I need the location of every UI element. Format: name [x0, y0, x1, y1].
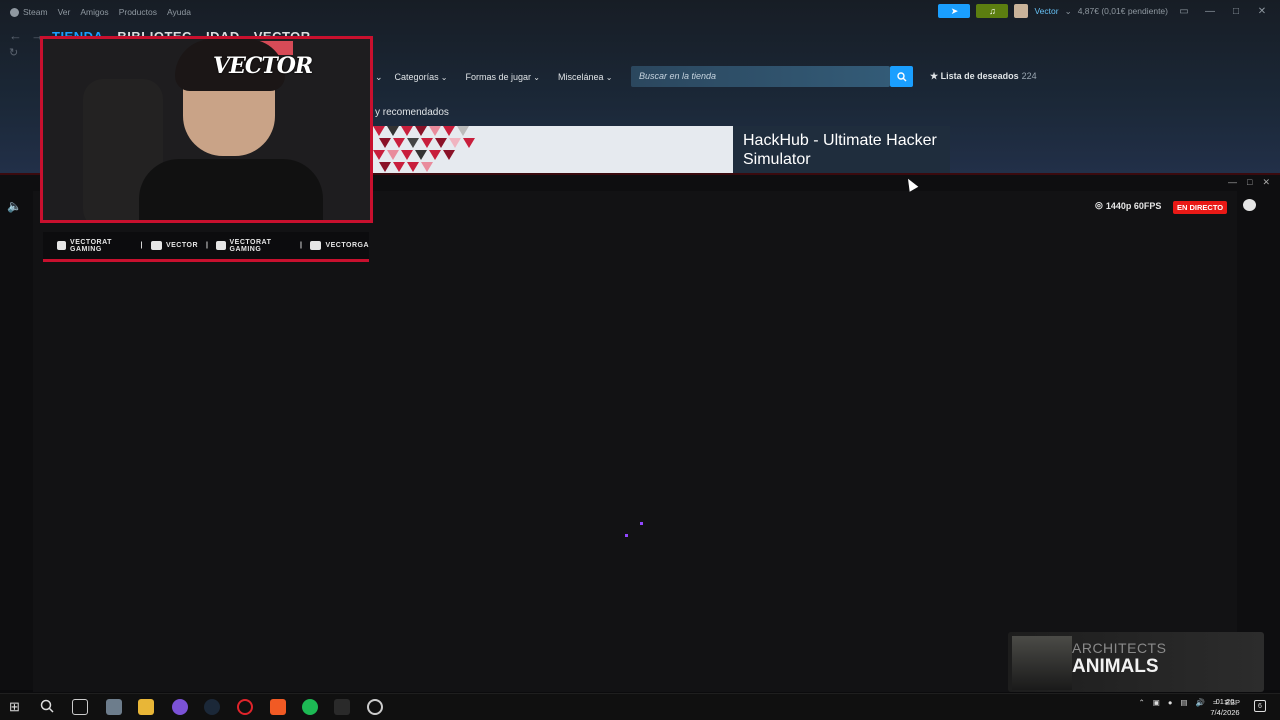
game-thumbnail	[1012, 636, 1072, 690]
announcements-button[interactable]: ➤	[938, 4, 971, 18]
steam-icon[interactable]	[204, 699, 220, 715]
close-icon[interactable]: ✕	[1262, 177, 1270, 188]
network-icon[interactable]: ▤	[1180, 698, 1187, 707]
back-arrow-icon[interactable]: ←	[9, 28, 22, 43]
chevron-down-icon: ⌄	[1064, 5, 1072, 16]
app-icon[interactable]	[334, 699, 350, 715]
steam-menu-item-view[interactable]: Ver	[58, 7, 71, 17]
video-player[interactable]	[33, 191, 1237, 692]
youtube-icon	[57, 241, 67, 250]
wishlist-count: 224	[1021, 71, 1037, 81]
volume-icon[interactable]: 🔊	[1196, 698, 1205, 707]
taskbar: ⊞ ⌃ ▣ ● ▤ 🔊 ≈ ESP 01:20 7/4/2026 6	[0, 693, 1280, 720]
store-nav: ⌄ Categorías Formas de jugar Miscelánea	[375, 66, 612, 88]
steam-menu-item-products[interactable]: Productos	[119, 7, 157, 17]
avatar[interactable]	[1014, 4, 1029, 18]
store-nav-play-modes[interactable]: Formas de jugar	[466, 72, 540, 82]
loading-indicator	[625, 534, 628, 537]
steam-menu-item-steam[interactable]: Steam	[10, 7, 48, 17]
search-button[interactable]	[890, 66, 913, 87]
chevron-down-icon[interactable]: ⌄	[375, 72, 383, 83]
app-icon[interactable]	[106, 699, 122, 715]
maximize-icon[interactable]: □	[1226, 6, 1246, 17]
steam-menu-item-friends[interactable]: Amigos	[80, 7, 108, 17]
brave-icon[interactable]	[270, 699, 286, 715]
twitch-icon	[150, 241, 162, 250]
steam-account-area: ➤ ♫ Vector ⌄ 4,87€ (0,01€ pendiente) ▭ —…	[938, 4, 1272, 18]
wishlist-link[interactable]: ★ Lista de deseados 224	[930, 66, 1037, 87]
featured-banner-image[interactable]	[373, 126, 733, 173]
maximize-icon[interactable]: □	[1247, 177, 1252, 188]
windows-start-icon[interactable]: ⊞	[9, 699, 25, 715]
social-youtube: VECTORAT GAMING	[57, 239, 133, 253]
instagram-icon	[310, 241, 322, 250]
loading-indicator	[640, 522, 643, 525]
star-icon: ★	[930, 71, 939, 81]
social-links-bar: VECTORAT GAMING | VECTOR | VECTORAT GAMI…	[43, 232, 369, 262]
divider: |	[299, 242, 303, 249]
big-picture-icon[interactable]: ▭	[1174, 6, 1194, 17]
account-name[interactable]: Vector	[1034, 6, 1058, 16]
eye-icon: ◎	[1095, 200, 1103, 210]
twitter-icon	[216, 241, 226, 250]
game-title: ANIMALS	[1072, 656, 1159, 677]
steam-menu-item-help[interactable]: Ayuda	[167, 7, 191, 17]
search-input[interactable]: Buscar en la tienda	[631, 66, 890, 87]
notifications-button[interactable]: ♫	[976, 4, 1009, 18]
notification-center-icon[interactable]: 6	[1254, 700, 1266, 712]
volume-icon[interactable]: 🔈	[7, 199, 22, 213]
twitch-app-icon[interactable]	[172, 699, 188, 715]
divider: |	[206, 242, 209, 249]
chat-icon[interactable]	[1243, 199, 1256, 211]
chevron-up-icon[interactable]: ⌃	[1139, 698, 1145, 707]
obs-icon[interactable]	[367, 699, 383, 715]
store-nav-categories[interactable]: Categorías	[395, 72, 448, 82]
store-nav-misc[interactable]: Miscelánea	[558, 72, 612, 82]
search-icon[interactable]	[40, 699, 56, 715]
social-twitch: VECTOR	[150, 241, 198, 250]
quality-indicator[interactable]: ◎ 1440p 60FPS	[1095, 200, 1161, 211]
refresh-icon[interactable]: ↻	[9, 46, 18, 59]
social-instagram: VECTORGA	[310, 241, 369, 250]
minimize-icon[interactable]: —	[1228, 177, 1237, 188]
live-badge: EN DIRECTO	[1173, 201, 1228, 214]
featured-game-card[interactable]: HackHub - Ultimate Hacker Simulator	[733, 126, 950, 173]
task-view-icon[interactable]	[72, 699, 88, 715]
close-icon[interactable]: ✕	[1252, 6, 1272, 17]
clock[interactable]: 01:20 7/4/2026	[1206, 696, 1244, 718]
webcam-overlay: VECTOR	[40, 36, 373, 223]
divider: |	[140, 242, 143, 249]
game-info-overlay: ARCHITECTS ANIMALS	[1008, 632, 1264, 692]
opera-icon[interactable]	[237, 699, 253, 715]
search-icon	[896, 71, 906, 81]
minimize-icon[interactable]: —	[1200, 6, 1220, 17]
tray-app-icon[interactable]: ▣	[1153, 698, 1160, 707]
streamer-logo: VECTOR	[213, 53, 313, 79]
section-heading: y recomendados	[375, 107, 449, 118]
social-twitter: VECTORAT GAMING	[216, 239, 292, 253]
wallet-balance: 4,87€ (0,01€ pendiente)	[1077, 6, 1168, 16]
cam-body	[139, 159, 323, 220]
featured-game-title: HackHub - Ultimate Hacker Simulator	[743, 132, 937, 168]
spotify-icon[interactable]	[302, 699, 318, 715]
triangle-pattern	[373, 126, 475, 172]
steam-logo-icon	[10, 7, 19, 17]
microphone-icon[interactable]: ●	[1168, 698, 1173, 707]
file-explorer-icon[interactable]	[138, 699, 154, 715]
stream-window-controls: — □ ✕	[1228, 177, 1270, 188]
game-title-top: ARCHITECTS	[1072, 640, 1167, 656]
desktop: Steam Ver Amigos Productos Ayuda ➤ ♫ Vec…	[0, 0, 1280, 720]
